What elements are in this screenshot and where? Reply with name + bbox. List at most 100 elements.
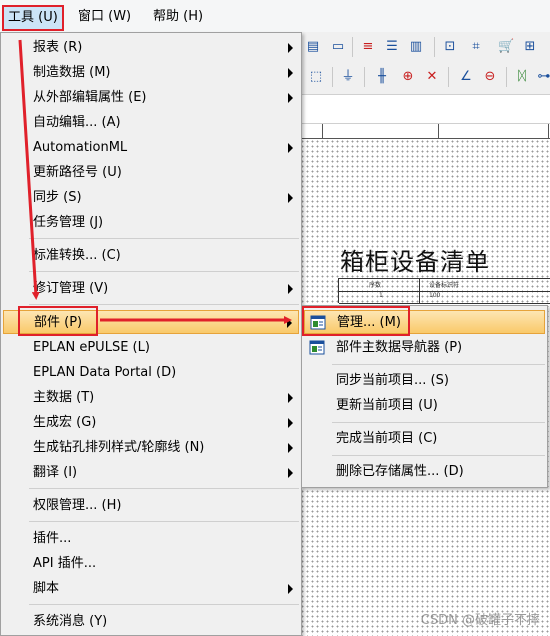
submenu-arrow-icon bbox=[288, 443, 293, 453]
menu-separator bbox=[29, 304, 299, 305]
menu-help[interactable]: 帮助 (H) bbox=[149, 7, 207, 27]
submenu-item-parts-navigator[interactable]: 部件主数据导航器 (P) bbox=[304, 336, 545, 360]
plug-icon[interactable]: ᛞ bbox=[514, 69, 530, 85]
tab-strip bbox=[300, 95, 550, 124]
menu-item-rights-management[interactable]: 权限管理... (H) bbox=[3, 494, 299, 518]
menu-item-label: 权限管理... (H) bbox=[33, 498, 122, 513]
break-icon[interactable]: ✕ bbox=[424, 69, 440, 85]
layout-icon[interactable]: ▭ bbox=[330, 39, 346, 55]
toolbar-divider bbox=[352, 37, 353, 57]
ground-icon[interactable]: ⏚ bbox=[340, 69, 356, 85]
menu-item-auto-edit[interactable]: 自动编辑... (A) bbox=[3, 111, 299, 135]
menu-item-label: 报表 (R) bbox=[33, 40, 83, 55]
parts-navigator-icon bbox=[309, 340, 325, 355]
menu-item-label: EPLAN Data Portal (D) bbox=[33, 365, 177, 380]
toolbar-divider bbox=[448, 67, 449, 87]
menu-separator bbox=[332, 364, 545, 365]
submenu-arrow-icon bbox=[288, 284, 293, 294]
toolbar-divider bbox=[332, 67, 333, 87]
menu-separator bbox=[332, 422, 545, 423]
submenu-item-label: 同步当前项目... (S) bbox=[336, 373, 449, 388]
menu-item-task-management[interactable]: 任务管理 (J) bbox=[3, 211, 299, 235]
component-icon[interactable]: ⊞ bbox=[522, 39, 538, 55]
menu-item-update-path-number[interactable]: 更新路径号 (U) bbox=[3, 161, 299, 185]
dashed-box-icon[interactable]: ⬚ bbox=[308, 69, 324, 85]
submenu-arrow-icon bbox=[288, 584, 293, 594]
cart-icon[interactable]: 🛒 bbox=[498, 39, 514, 55]
submenu-item-delete-stored-properties[interactable]: 删除已存储属性... (D) bbox=[304, 460, 545, 484]
submenu-item-update-project[interactable]: 更新当前项目 (U) bbox=[304, 394, 545, 418]
menu-item-eplan-epulse[interactable]: EPLAN ePULSE (L) bbox=[3, 336, 299, 360]
menu-item-label: EPLAN ePULSE (L) bbox=[33, 340, 150, 355]
menu-separator bbox=[29, 238, 299, 239]
submenu-item-label: 部件主数据导航器 (P) bbox=[336, 340, 463, 355]
menu-item-drilling-pattern[interactable]: 生成钻孔排列样式/轮廓线 (N) bbox=[3, 436, 299, 460]
drawing-table-col1: 序数 bbox=[369, 282, 382, 289]
menu-tools[interactable]: 工具 (U) bbox=[2, 5, 64, 31]
toolbar-divider bbox=[434, 37, 435, 57]
menu-item-label: 生成钻孔排列样式/轮廓线 (N) bbox=[33, 440, 205, 455]
annotation-box-parts bbox=[18, 306, 98, 336]
terminal-icon[interactable]: ⊕ bbox=[400, 69, 416, 85]
menu-item-sync[interactable]: 同步 (S) bbox=[3, 186, 299, 210]
toolbar-row-1: ▤ ▭ ≡ ☰ ▥ ⊡ ⌗ 🛒 ⊞ bbox=[300, 32, 550, 62]
toolbar-row-2: ⬚ ⏚ ╫ ⊕ ✕ ∠ ⊖ ᛞ ⊶ bbox=[300, 62, 550, 92]
menu-item-label: 插件... bbox=[33, 531, 72, 546]
menu-item-master-data[interactable]: 主数据 (T) bbox=[3, 386, 299, 410]
submenu-item-sync-project[interactable]: 同步当前项目... (S) bbox=[304, 369, 545, 393]
menu-item-external-properties[interactable]: 从外部编辑属性 (E) bbox=[3, 86, 299, 110]
ruler-tick bbox=[322, 124, 323, 138]
menu-separator bbox=[29, 604, 299, 605]
watermark: CSDN @破罐子不摔 bbox=[420, 613, 540, 628]
menu-item-label: 系统消息 (Y) bbox=[33, 614, 108, 629]
submenu-arrow-icon bbox=[287, 318, 292, 328]
submenu-item-label: 删除已存储属性... (D) bbox=[336, 464, 464, 479]
node-icon[interactable]: ⊡ bbox=[442, 39, 458, 55]
menu-item-api-plugins[interactable]: API 插件... bbox=[3, 552, 299, 576]
drawing-table-divider bbox=[419, 279, 420, 303]
drawing-table-row: 1 100 bbox=[339, 291, 550, 304]
menu-window[interactable]: 窗口 (W) bbox=[74, 7, 135, 27]
menu-item-label: 任务管理 (J) bbox=[33, 215, 104, 230]
submenu-item-complete-project[interactable]: 完成当前项目 (C) bbox=[304, 427, 545, 451]
menu-separator bbox=[29, 521, 299, 522]
menu-item-plugins[interactable]: 插件... bbox=[3, 527, 299, 551]
menu-item-manufacturing-data[interactable]: 制造数据 (M) bbox=[3, 61, 299, 85]
ruler-tick bbox=[548, 124, 549, 138]
menu-item-label: 翻译 (I) bbox=[33, 465, 78, 480]
lines-icon[interactable]: ≡ bbox=[360, 39, 376, 55]
submenu-arrow-icon bbox=[288, 43, 293, 53]
menu-item-label: API 插件... bbox=[33, 556, 97, 571]
grid-icon[interactable]: ▥ bbox=[408, 39, 424, 55]
submenu-arrow-icon bbox=[288, 193, 293, 203]
drawing-frame-ruler bbox=[300, 124, 550, 139]
submenu-arrow-icon bbox=[288, 418, 293, 428]
link-icon[interactable]: ⊶ bbox=[536, 69, 550, 85]
menu-item-label: 从外部编辑属性 (E) bbox=[33, 90, 147, 105]
select-icon[interactable]: ⌗ bbox=[468, 39, 484, 55]
menu-item-automationml[interactable]: AutomationML bbox=[3, 136, 299, 160]
menu-item-standard-conversion[interactable]: 标准转换... (C) bbox=[3, 244, 299, 268]
menu-bar: 工具 (U) 窗口 (W) 帮助 (H) bbox=[0, 0, 550, 33]
menu-separator bbox=[29, 271, 299, 272]
menu-item-reports[interactable]: 报表 (R) bbox=[3, 36, 299, 60]
stack-icon[interactable]: ☰ bbox=[384, 39, 400, 55]
submenu-arrow-icon bbox=[288, 93, 293, 103]
contacts-icon[interactable]: ╫ bbox=[374, 69, 390, 85]
menu-item-translate[interactable]: 翻译 (I) bbox=[3, 461, 299, 485]
drawing-table-col2: 设备标识符 bbox=[429, 282, 460, 289]
cable-icon[interactable]: ⊖ bbox=[482, 69, 498, 85]
menu-item-eplan-data-portal[interactable]: EPLAN Data Portal (D) bbox=[3, 361, 299, 385]
toolbar: ▤ ▭ ≡ ☰ ▥ ⊡ ⌗ 🛒 ⊞ ⬚ ⏚ ╫ ⊕ ✕ ∠ ⊖ ᛞ ⊶ bbox=[300, 32, 550, 95]
submenu-arrow-icon bbox=[288, 68, 293, 78]
table-icon[interactable]: ▤ bbox=[305, 39, 321, 55]
menu-item-scripts[interactable]: 脚本 bbox=[3, 577, 299, 601]
menu-item-generate-macros[interactable]: 生成宏 (G) bbox=[3, 411, 299, 435]
drawing-table: 序数 设备标识符 1 100 bbox=[338, 278, 550, 304]
menu-item-system-messages[interactable]: 系统消息 (Y) bbox=[3, 610, 299, 634]
menu-item-revision-management[interactable]: 修订管理 (V) bbox=[3, 277, 299, 301]
menu-item-label: 主数据 (T) bbox=[33, 390, 95, 405]
angle-icon[interactable]: ∠ bbox=[458, 69, 474, 85]
menu-item-label: 制造数据 (M) bbox=[33, 65, 111, 80]
menu-item-label: 标准转换... (C) bbox=[33, 248, 121, 263]
